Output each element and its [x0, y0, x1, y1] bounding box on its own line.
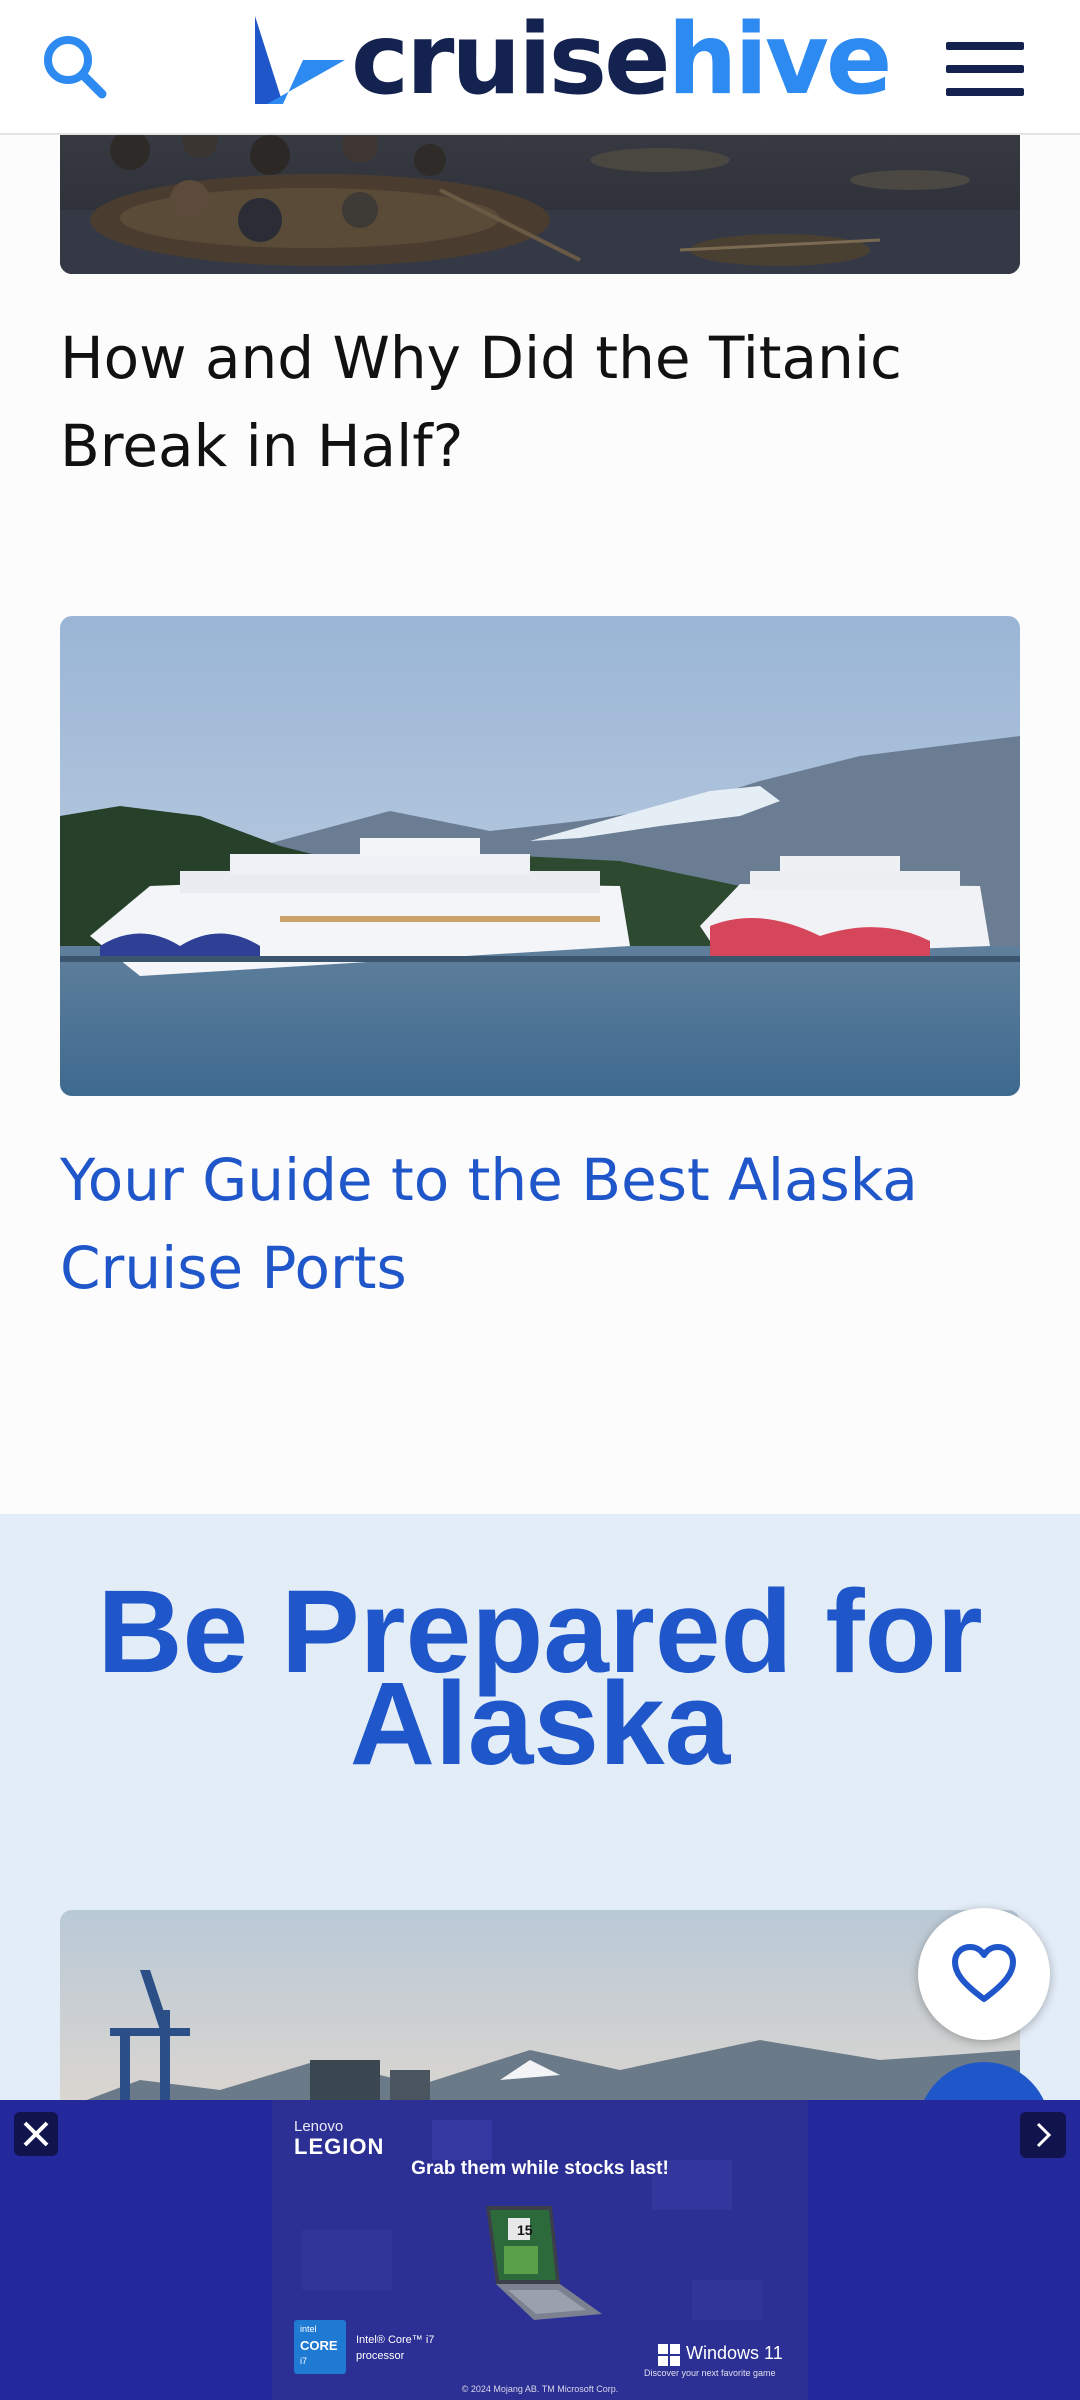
windows-logo-icon	[658, 2344, 680, 2366]
ad-brand-top: Lenovo	[294, 2118, 344, 2135]
ad-close-button[interactable]	[14, 2112, 58, 2156]
intel-line2: processor	[356, 2350, 405, 2362]
ad-legal: © 2024 Mojang AB. TM Microsoft Corp.	[461, 2384, 619, 2394]
hamburger-line	[946, 88, 1024, 96]
intel-small: intel	[300, 2324, 317, 2334]
heart-icon	[952, 1944, 1016, 2002]
ad-next-button[interactable]	[1020, 2112, 1066, 2158]
ad-headline: Grab them while stocks last!	[411, 2158, 669, 2179]
search-icon	[44, 36, 107, 99]
favorite-button[interactable]	[918, 1908, 1050, 2040]
hamburger-line	[946, 65, 1024, 73]
search-button[interactable]	[38, 30, 112, 104]
logo-part-cruise: cruise	[351, 3, 671, 117]
logo-wordmark: cruisehive	[351, 11, 892, 109]
menu-button[interactable]	[942, 38, 1028, 100]
ad-screen-badge: 15	[517, 2222, 533, 2238]
site-header: cruisehive	[0, 0, 1080, 135]
ad-brand-main: LEGION	[294, 2134, 385, 2159]
cruise-ships-alaska-port	[60, 616, 1020, 1096]
intel-line1: Intel® Core™ i7	[356, 2334, 435, 2346]
intel-tier: i7	[300, 2356, 308, 2366]
windows-label: Windows 11	[686, 2343, 783, 2363]
logo-sail-icon	[255, 16, 345, 104]
ad-creative[interactable]: Lenovo LEGION Grab them while stocks las…	[272, 2100, 808, 2400]
titanic-article-title[interactable]: How and Why Did the Titanic Break in Hal…	[60, 314, 1020, 490]
chevron-right-icon	[1036, 2122, 1052, 2148]
intel-badge: intel CORE i7	[294, 2320, 346, 2374]
cruisehive-logo[interactable]: cruisehive	[253, 11, 892, 109]
hamburger-menu-icon	[946, 42, 1024, 50]
logo-part-hive: hive	[667, 3, 893, 117]
be-prepared-heading: Be Prepared for Alaska	[97, 1566, 983, 1790]
windows-tagline: Discover your next favorite game	[644, 2368, 776, 2378]
ad-banner[interactable]: Lenovo LEGION Grab them while stocks las…	[0, 2100, 1080, 2400]
alaska-ports-article-image[interactable]	[60, 616, 1020, 1096]
intel-core: CORE	[300, 2338, 338, 2353]
alaska-ports-article-title[interactable]: Your Guide to the Best Alaska Cruise Por…	[60, 1136, 1020, 1312]
laptop-image	[486, 2206, 602, 2320]
close-icon	[23, 2121, 49, 2147]
